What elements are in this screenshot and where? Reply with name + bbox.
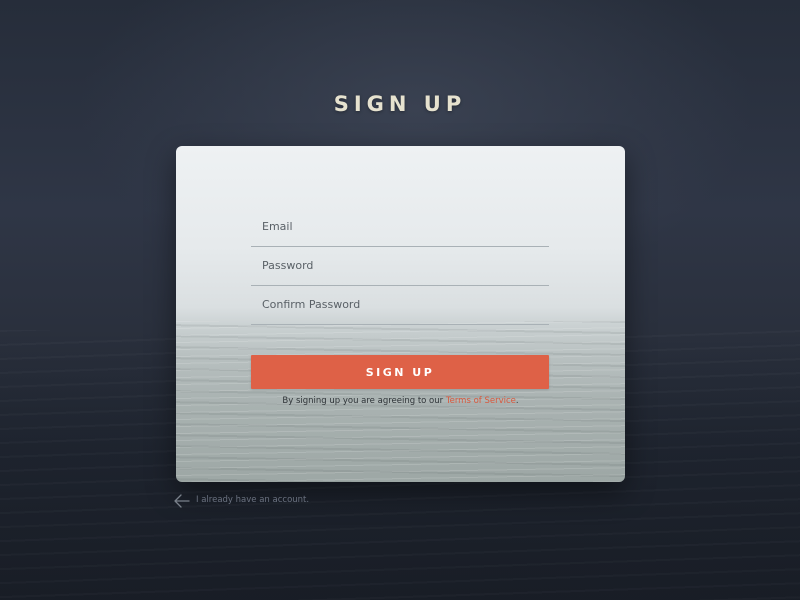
confirm-password-input[interactable] xyxy=(251,285,549,324)
page-title: SIGN UP xyxy=(333,92,467,116)
existing-account-link[interactable]: I already have an account. xyxy=(174,492,309,508)
email-field xyxy=(251,207,549,247)
terms-of-service-link[interactable]: Terms of Service xyxy=(446,396,516,406)
existing-account-label: I already have an account. xyxy=(196,495,310,505)
password-input[interactable] xyxy=(251,246,549,285)
terms-suffix: . xyxy=(515,396,519,406)
terms-notice: By signing up you are agreeing to our Te… xyxy=(176,396,625,406)
password-field xyxy=(251,246,549,286)
confirm-password-field xyxy=(251,285,549,325)
signup-card: SIGN UP By signing up you are agreeing t… xyxy=(176,146,625,482)
arrow-left-icon xyxy=(174,493,190,508)
email-input[interactable] xyxy=(251,207,549,246)
terms-prefix: By signing up you are agreeing to our xyxy=(282,396,446,406)
signup-button[interactable]: SIGN UP xyxy=(251,355,549,389)
